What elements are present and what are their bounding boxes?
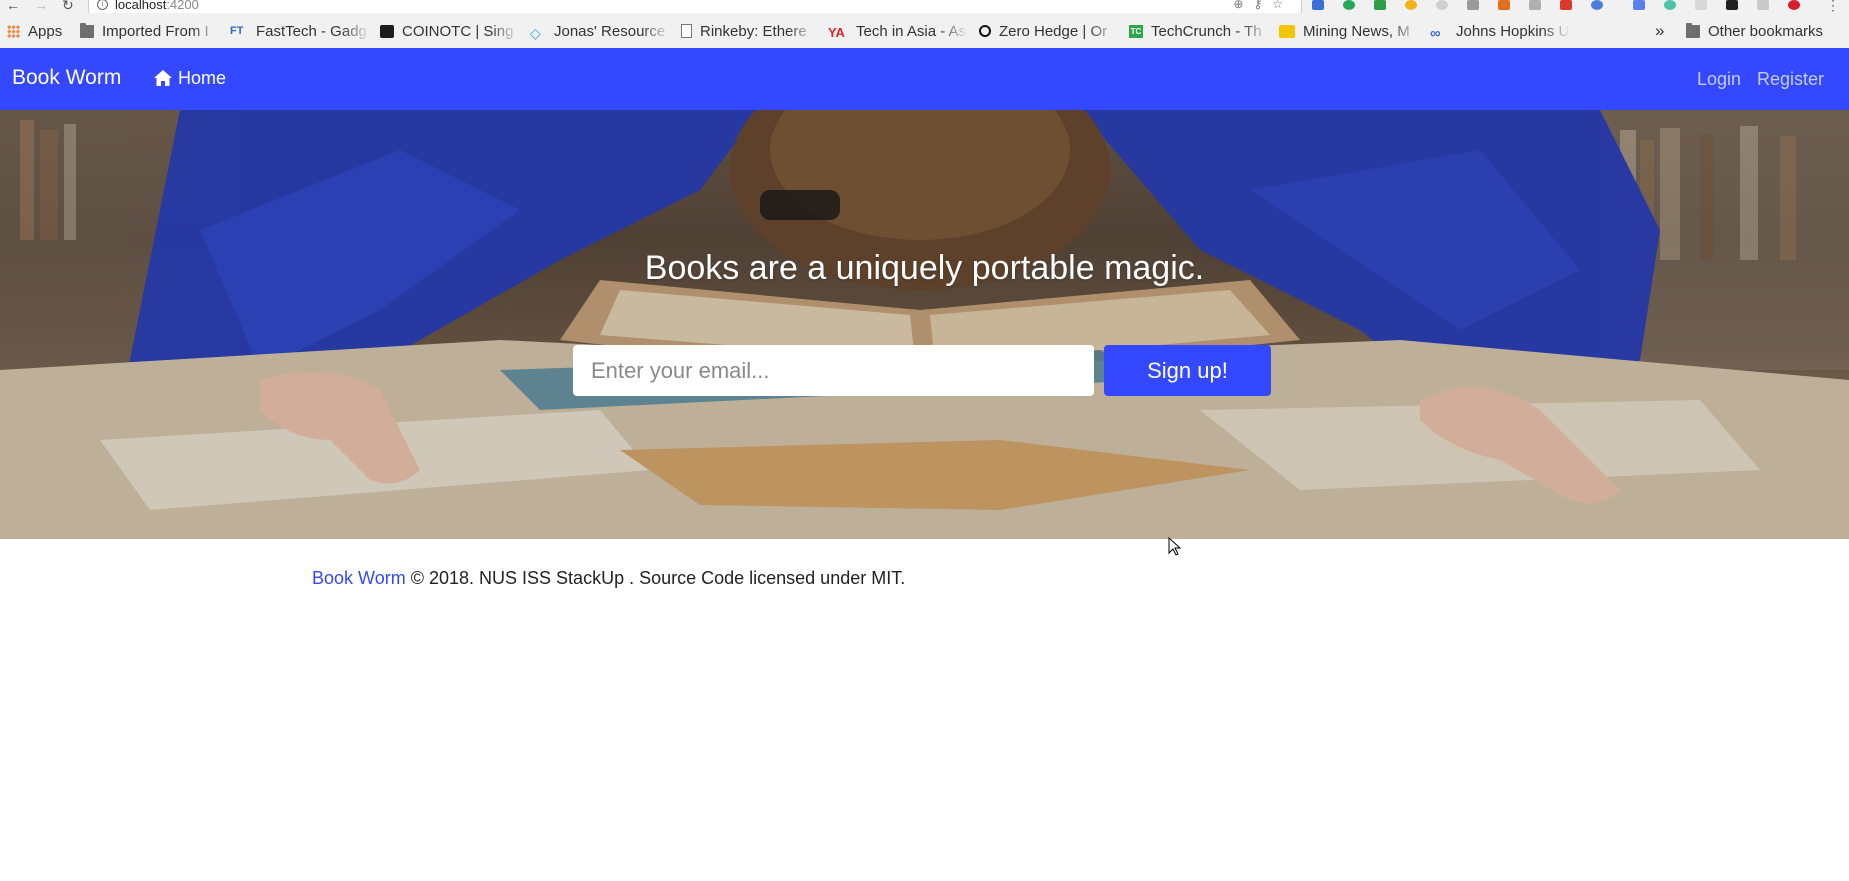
back-icon[interactable]: ←: [6, 0, 20, 13]
apps-icon: [7, 24, 20, 38]
bookmark-folder[interactable]: Imported From I: [80, 22, 220, 40]
home-label: Home: [178, 68, 227, 88]
forward-icon[interactable]: →: [34, 0, 48, 13]
register-link[interactable]: Register: [1757, 69, 1824, 89]
extension-icon[interactable]: [1695, 0, 1707, 10]
extension-icon[interactable]: [1343, 0, 1355, 10]
extension-icon[interactable]: [1498, 0, 1510, 10]
bookmark-label: COINOTC | Sing: [402, 22, 514, 40]
fasttech-icon: FT: [230, 24, 244, 37]
bookmark-label: FastTech - Gadg: [256, 22, 367, 40]
link-icon: ∞: [1430, 24, 1441, 41]
hero-banner: Books are a uniquely portable magic. Sig…: [0, 110, 1849, 539]
url-port: :4200: [166, 0, 199, 12]
address-bar[interactable]: i localhost:4200 ⊕⚷☆: [88, 0, 1302, 13]
extension-icon[interactable]: [1726, 0, 1738, 10]
footer: Book Worm © 2018. NUS ISS StackUp . Sour…: [312, 567, 905, 589]
url-text: localhost:4200: [115, 0, 199, 11]
extension-icon[interactable]: [1664, 0, 1676, 10]
extension-icon[interactable]: [1436, 0, 1448, 10]
info-icon[interactable]: i: [97, 0, 108, 10]
bookmark-item[interactable]: ◇ Jonas' Resource: [530, 22, 670, 41]
extension-icon[interactable]: [1529, 0, 1541, 10]
signup-button[interactable]: Sign up!: [1104, 345, 1271, 396]
extension-icon[interactable]: [1374, 0, 1386, 10]
bookmark-label: Jonas' Resource: [554, 22, 666, 40]
hero-background-image: [0, 110, 1849, 539]
bookmarks-bar: Apps Imported From I FT FastTech - Gadg …: [0, 13, 1849, 49]
extension-icon[interactable]: [1633, 0, 1645, 10]
reload-icon[interactable]: ↻: [62, 0, 74, 13]
extension-icon[interactable]: [1788, 0, 1800, 10]
mining-icon: [1279, 24, 1295, 38]
browser-toolbar: ← → ↻ i localhost:4200 ⊕⚷☆ ⋮: [0, 0, 1849, 13]
url-host: localhost: [115, 0, 167, 12]
extension-icon[interactable]: [1560, 0, 1572, 10]
extension-icon[interactable]: [1405, 0, 1417, 10]
bookmark-label: Tech in Asia - As: [856, 22, 967, 40]
bookmark-item[interactable]: YA Tech in Asia - As: [828, 22, 968, 40]
techinasia-icon: YA: [828, 24, 845, 40]
bookmark-label: Rinkeby: Ethere: [700, 22, 807, 40]
bookmark-label: Mining News, M: [1303, 22, 1410, 40]
extension-icon[interactable]: [1757, 0, 1769, 10]
email-input[interactable]: [573, 345, 1094, 396]
bookmark-item[interactable]: Rinkeby: Ethere: [681, 22, 815, 40]
folder-icon: [80, 22, 94, 38]
bookmark-label: Imported From I: [102, 22, 209, 40]
mouse-cursor-icon: [1168, 537, 1182, 556]
extension-icon[interactable]: [1312, 0, 1324, 10]
home-icon: [154, 70, 172, 86]
bookmark-item[interactable]: ∞ Johns Hopkins U: [1430, 22, 1570, 41]
bookmark-apps[interactable]: Apps: [7, 22, 77, 40]
navbar: Book Worm Home Login Register: [0, 48, 1849, 110]
bookmark-label: Apps: [28, 22, 63, 40]
login-link[interactable]: Login: [1697, 69, 1741, 89]
bookmarks-overflow-button[interactable]: »: [1655, 22, 1671, 40]
zerohedge-icon: [979, 25, 991, 37]
hero-title: Books are a uniquely portable magic.: [644, 249, 1205, 287]
bookmark-label: TechCrunch - Th: [1151, 22, 1262, 40]
bookmark-label: Zero Hedge | Or: [999, 22, 1108, 40]
footer-brand-link[interactable]: Book Worm: [312, 568, 406, 588]
coinotc-icon: [380, 24, 394, 38]
chevron-double-right-icon: »: [1655, 22, 1665, 40]
bookmark-item[interactable]: Mining News, M: [1279, 22, 1419, 40]
bookmark-label: Johns Hopkins U: [1456, 22, 1570, 40]
bookmark-item[interactable]: Zero Hedge | Or: [979, 22, 1117, 40]
other-bookmarks-label: Other bookmarks: [1708, 22, 1824, 40]
extension-icon[interactable]: [1591, 0, 1603, 10]
footer-text: © 2018. NUS ISS StackUp . Source Code li…: [410, 568, 906, 588]
bookmark-item[interactable]: COINOTC | Sing: [380, 22, 518, 40]
extension-icon[interactable]: [1467, 0, 1479, 10]
bookmark-item[interactable]: FT FastTech - Gadg: [230, 22, 370, 40]
key-icon[interactable]: ⚷: [1253, 0, 1272, 11]
home-link[interactable]: Home: [153, 68, 226, 88]
address-bar-tools: ⊕⚷☆: [1233, 0, 1293, 10]
star-icon[interactable]: ☆: [1272, 0, 1293, 11]
techcrunch-icon: TC: [1129, 24, 1143, 38]
other-bookmarks[interactable]: Other bookmarks: [1686, 22, 1846, 40]
page-icon: [681, 24, 692, 38]
navbar-brand[interactable]: Book Worm: [12, 66, 121, 90]
zoom-icon[interactable]: ⊕: [1233, 0, 1253, 11]
menu-icon[interactable]: ⋮: [1826, 0, 1840, 13]
diamond-icon: ◇: [530, 24, 541, 41]
bookmark-item[interactable]: TC TechCrunch - Th: [1129, 22, 1269, 40]
folder-icon: [1686, 22, 1700, 38]
